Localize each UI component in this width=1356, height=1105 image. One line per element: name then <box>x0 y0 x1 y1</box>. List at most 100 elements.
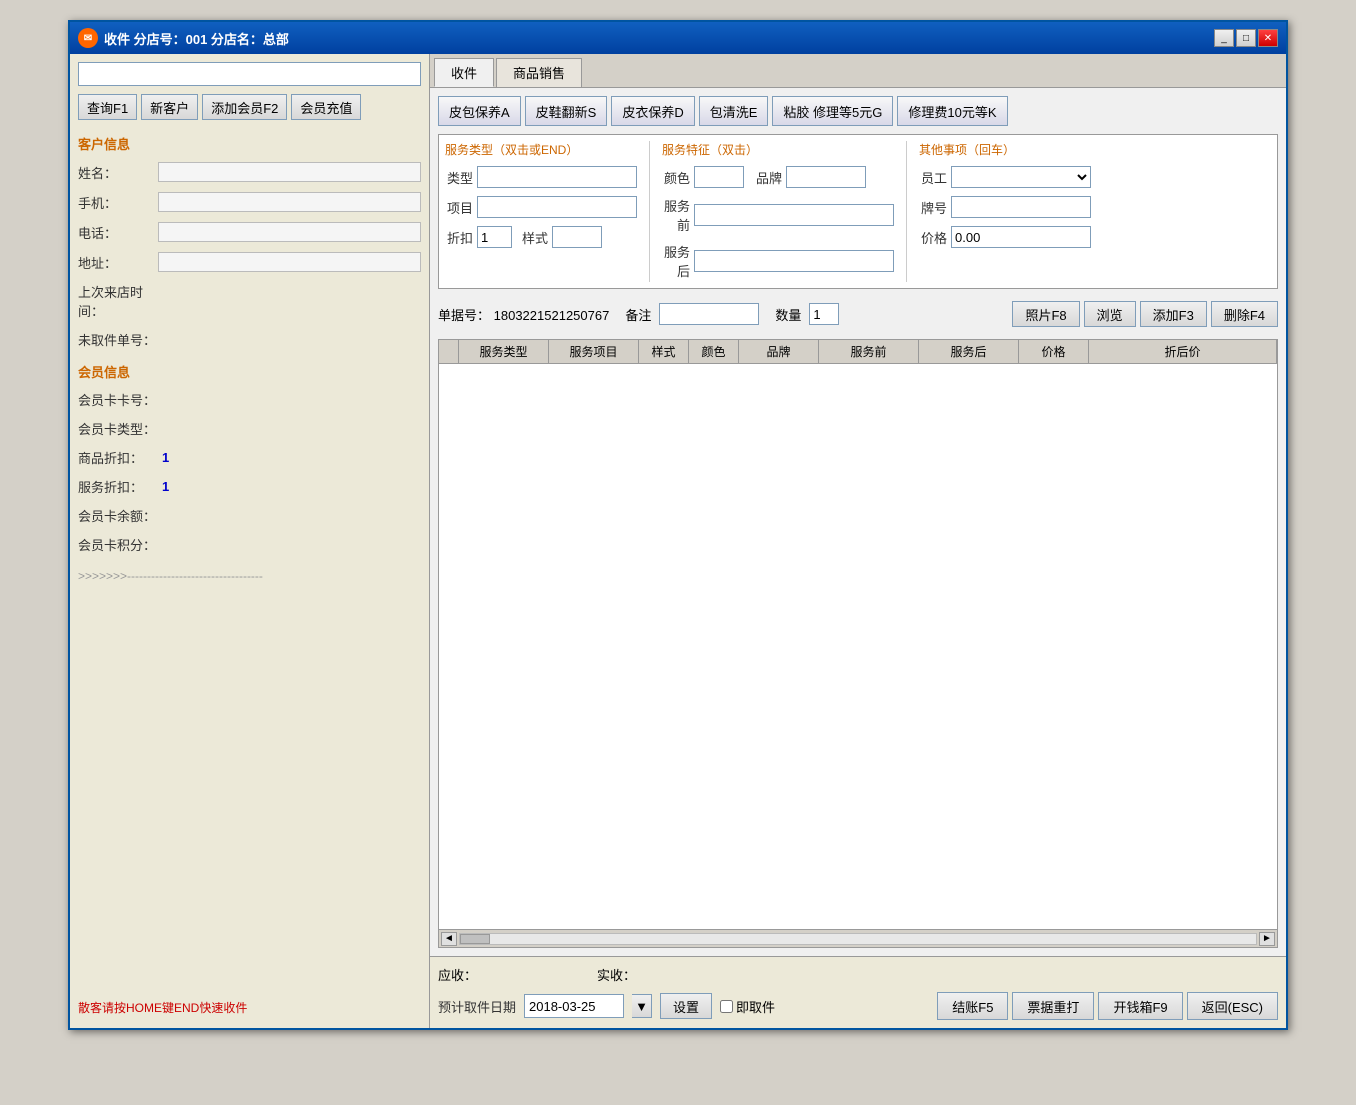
card-points-row: 会员卡积分： <box>78 535 421 554</box>
browse-button[interactable]: 浏览 <box>1084 301 1136 327</box>
tab-bar: 收件 商品销售 <box>430 54 1286 88</box>
name-field-row: 姓名： <box>78 162 421 182</box>
minimize-button[interactable]: _ <box>1214 29 1234 47</box>
scroll-left-button[interactable]: ◄ <box>441 932 457 946</box>
card-points-label: 会员卡积分： <box>78 535 158 554</box>
order-action-buttons: 照片F8 浏览 添加F3 删除F4 <box>1012 301 1278 327</box>
immediate-pickup-label: 即取件 <box>720 997 775 1016</box>
card-type-label: 会员卡类型： <box>78 419 158 438</box>
th-price: 价格 <box>1019 340 1089 363</box>
query-f1-button[interactable]: 查询F1 <box>78 94 137 120</box>
main-content: 查询F1 新客户 添加会员F2 会员充值 客户信息 姓名： 手机： 电话： 地址… <box>70 54 1286 1028</box>
scroll-track[interactable] <box>459 933 1257 945</box>
checkout-f5-button[interactable]: 结账F5 <box>937 992 1008 1020</box>
th-discounted-price: 折后价 <box>1089 340 1277 363</box>
setup-button[interactable]: 设置 <box>660 993 712 1019</box>
mobile-label: 手机： <box>78 193 158 212</box>
phone-label: 电话： <box>78 223 158 242</box>
goods-discount-row: 商品折扣： 1 <box>78 448 421 467</box>
member-section-title: 会员信息 <box>78 362 421 381</box>
th-service-item: 服务项目 <box>549 340 639 363</box>
service-feature-title: 服务特征（双击） <box>662 141 894 158</box>
discount-input[interactable] <box>477 226 512 248</box>
action-buttons: 查询F1 新客户 添加会员F2 会员充值 <box>78 94 421 120</box>
window-title: 收件 分店号：001 分店名：总部 <box>104 29 289 48</box>
type-input[interactable] <box>477 166 637 188</box>
employee-select[interactable] <box>951 166 1091 188</box>
leather-care-button[interactable]: 皮衣保养D <box>611 96 694 126</box>
scroll-thumb[interactable] <box>460 934 490 944</box>
single-no-value: 1803221521250767 <box>494 308 610 323</box>
close-button[interactable]: ✕ <box>1258 29 1278 47</box>
table-body <box>439 364 1277 929</box>
th-style: 样式 <box>639 340 689 363</box>
before-input[interactable] <box>694 204 894 226</box>
delete-f4-button[interactable]: 删除F4 <box>1211 301 1278 327</box>
horizontal-scrollbar[interactable]: ◄ ► <box>439 929 1277 947</box>
member-recharge-button[interactable]: 会员充值 <box>291 94 361 120</box>
pending-orders-label: 未取件单号： <box>78 330 158 349</box>
immediate-pickup-text: 即取件 <box>736 997 775 1016</box>
left-panel: 查询F1 新客户 添加会员F2 会员充值 客户信息 姓名： 手机： 电话： 地址… <box>70 54 430 1028</box>
checkout-buttons: 结账F5 票据重打 开钱箱F9 返回(ESC) <box>937 992 1278 1020</box>
service-feature-section: 服务特征（双击） 颜色 品牌 服务前 服务后 <box>662 141 894 282</box>
card-no-field-row: 会员卡卡号： <box>78 390 421 409</box>
bag-care-button[interactable]: 皮包保养A <box>438 96 521 126</box>
tag-input[interactable] <box>951 196 1091 218</box>
th-before: 服务前 <box>819 340 919 363</box>
service-type-title: 服务类型（双击或END） <box>445 141 637 158</box>
shoe-renew-button[interactable]: 皮鞋翻新S <box>525 96 608 126</box>
price-row: 价格 <box>919 226 1091 248</box>
charge-value <box>497 965 577 984</box>
note-label: 备注 <box>625 305 651 324</box>
before-row: 服务前 <box>662 196 894 234</box>
customer-section-title: 客户信息 <box>78 134 421 153</box>
return-esc-button[interactable]: 返回(ESC) <box>1187 992 1278 1020</box>
price-input[interactable] <box>951 226 1091 248</box>
bag-wash-button[interactable]: 包清洗E <box>699 96 769 126</box>
service-buttons-row: 皮包保养A 皮鞋翻新S 皮衣保养D 包清洗E 粘胶 修理等5元G 修理费10元等… <box>438 96 1278 126</box>
reprint-button[interactable]: 票据重打 <box>1012 992 1094 1020</box>
date-dropdown-button[interactable]: ▼ <box>632 994 652 1018</box>
style-input[interactable] <box>552 226 602 248</box>
maximize-button[interactable]: □ <box>1236 29 1256 47</box>
tag-row: 牌号 <box>919 196 1091 218</box>
qty-input[interactable] <box>809 303 839 325</box>
before-label: 服务前 <box>662 196 690 234</box>
add-f3-button[interactable]: 添加F3 <box>1140 301 1207 327</box>
card-balance-row: 会员卡余额： <box>78 506 421 525</box>
search-input[interactable] <box>78 62 421 86</box>
item-input[interactable] <box>477 196 637 218</box>
item-row: 项目 <box>445 196 637 218</box>
add-member-button[interactable]: 添加会员F2 <box>202 94 287 120</box>
address-value <box>158 252 421 272</box>
immediate-pickup-checkbox[interactable] <box>720 1000 733 1013</box>
repair-5-button[interactable]: 粘胶 修理等5元G <box>772 96 893 126</box>
note-input[interactable] <box>659 303 759 325</box>
employee-row: 员工 <box>919 166 1091 188</box>
photo-f8-button[interactable]: 照片F8 <box>1012 301 1079 327</box>
scroll-right-button[interactable]: ► <box>1259 932 1275 946</box>
section-divider-2 <box>906 141 907 282</box>
pending-orders-field-row: 未取件单号： <box>78 330 421 349</box>
address-label: 地址： <box>78 253 158 272</box>
pickup-date-input[interactable] <box>524 994 624 1018</box>
color-input[interactable] <box>694 166 744 188</box>
new-customer-button[interactable]: 新客户 <box>141 94 198 120</box>
brand-input[interactable] <box>786 166 866 188</box>
price-label: 价格 <box>919 228 947 247</box>
charge-label: 应收： <box>438 965 477 984</box>
service-type-section: 服务类型（双击或END） 类型 项目 折扣 样式 <box>445 141 637 282</box>
actual-value <box>656 965 736 984</box>
tab-goods-sale[interactable]: 商品销售 <box>496 58 582 87</box>
color-brand-row: 颜色 品牌 <box>662 166 894 188</box>
discount-label: 折扣 <box>445 228 473 247</box>
item-label: 项目 <box>445 198 473 217</box>
mobile-value <box>158 192 421 212</box>
repair-10-button[interactable]: 修理费10元等K <box>897 96 1007 126</box>
cash-drawer-f9-button[interactable]: 开钱箱F9 <box>1098 992 1182 1020</box>
goods-discount-value: 1 <box>162 450 169 465</box>
other-section: 其他事项（回车） 员工 牌号 价格 <box>919 141 1091 282</box>
tab-receive[interactable]: 收件 <box>434 58 494 87</box>
after-input[interactable] <box>694 250 894 272</box>
